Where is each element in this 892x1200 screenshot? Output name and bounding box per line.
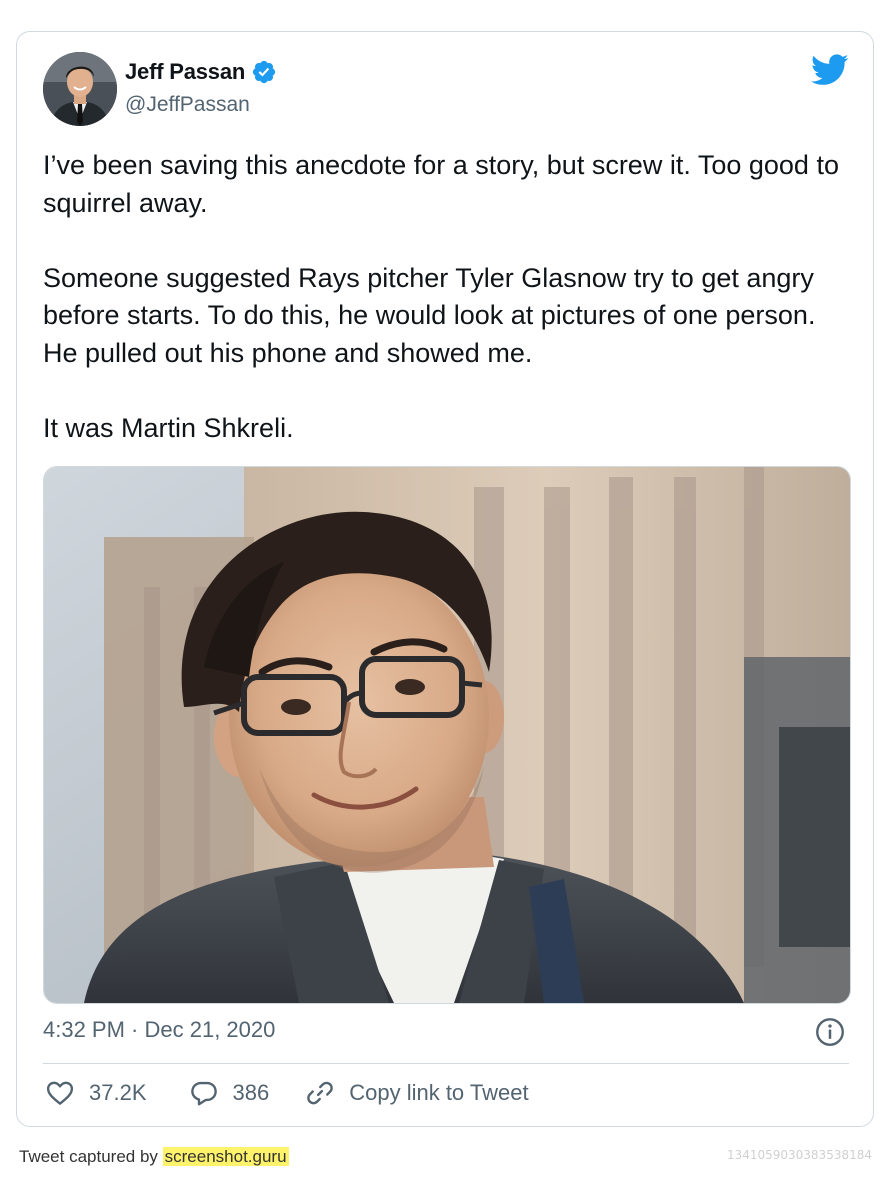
timestamp-separator: · [124, 1017, 145, 1042]
like-count: 37.2K [89, 1080, 147, 1105]
tweet-text: I’ve been saving this anecdote for a sto… [43, 147, 855, 447]
tweet-photo[interactable] [43, 466, 851, 1004]
verified-badge-icon [252, 60, 276, 84]
copy-link-button[interactable]: Copy link to Tweet [305, 1078, 529, 1108]
like-button[interactable]: 37.2K [45, 1078, 147, 1108]
info-icon[interactable] [815, 1017, 845, 1047]
avatar[interactable] [43, 52, 117, 126]
link-icon [307, 1081, 334, 1105]
reply-count: 386 [232, 1080, 270, 1105]
capture-credit-prefix: Tweet captured by [19, 1147, 163, 1166]
capture-credit-link[interactable]: screenshot.guru [162, 1147, 289, 1166]
action-bar: 37.2K 386 Copy link to Tweet [45, 1078, 529, 1108]
capture-credit: Tweet captured by screenshot.guru [19, 1147, 289, 1167]
reply-button[interactable]: 386 [189, 1078, 270, 1108]
author-handle[interactable]: @JeffPassan [125, 93, 250, 117]
tweet-card: Jeff Passan @JeffPassan I’ve been saving… [16, 31, 874, 1127]
tweet-paragraph: It was Martin Shkreli. [43, 412, 294, 443]
tweet-date: Dec 21, 2020 [144, 1017, 276, 1042]
heart-icon [46, 1081, 74, 1105]
tweet-time: 4:32 PM [43, 1017, 125, 1042]
twitter-bird-icon[interactable] [811, 54, 849, 86]
copy-link-label: Copy link to Tweet [349, 1080, 529, 1105]
reply-bubble-icon [190, 1081, 217, 1106]
tweet-paragraph: I’ve been saving this anecdote for a sto… [43, 150, 839, 218]
tweet-paragraph: Someone suggested Rays pitcher Tyler Gla… [43, 262, 816, 368]
author-name[interactable]: Jeff Passan [125, 59, 245, 85]
tweet-id: 1341059030383538184 [726, 1148, 872, 1162]
tweet-timestamp[interactable]: 4:32 PM · Dec 21, 2020 [43, 1017, 275, 1043]
divider [43, 1063, 849, 1064]
